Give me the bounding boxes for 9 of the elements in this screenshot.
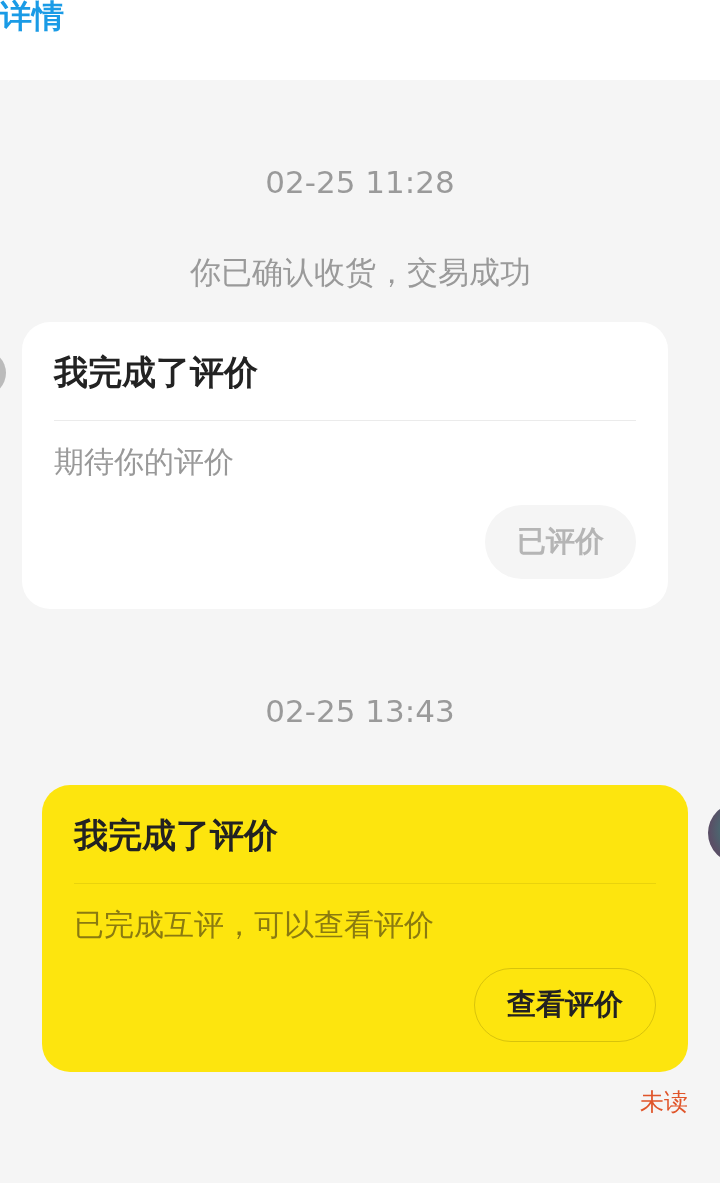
timestamp: 02-25 13:43 — [265, 692, 455, 731]
unread-status: 未读 — [640, 1087, 688, 1118]
card-title: 我完成了评价 — [74, 814, 279, 857]
card-text: 期待你的评价 — [54, 443, 235, 481]
timestamp: 02-25 11:28 — [265, 163, 455, 202]
system-message: 你已确认收货，交易成功 — [189, 253, 531, 292]
card-title: 我完成了评价 — [54, 351, 259, 394]
card-text: 已完成互评，可以查看评价 — [74, 906, 435, 944]
page-title: 详情 — [0, 0, 64, 32]
